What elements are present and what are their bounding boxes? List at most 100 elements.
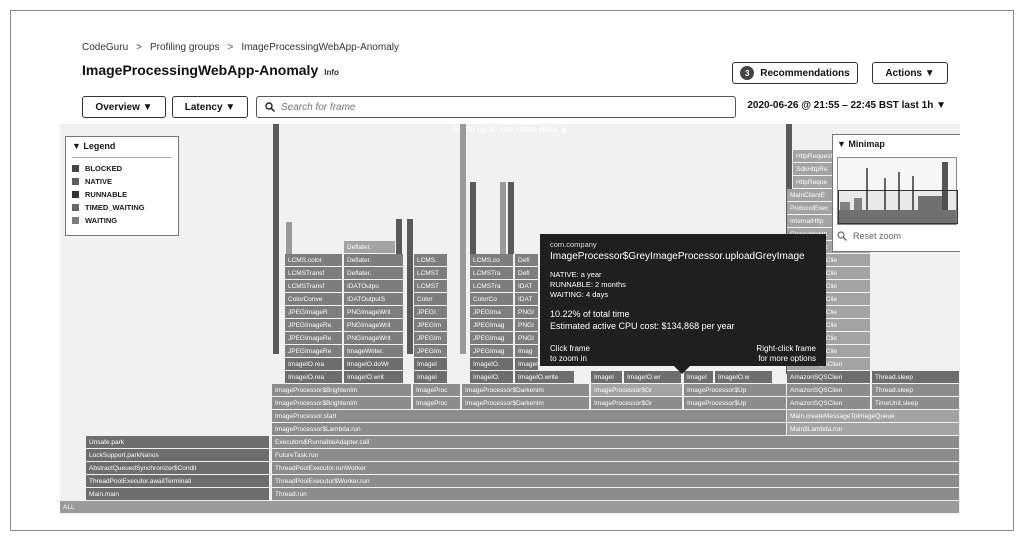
frame-all[interactable]: ALL bbox=[60, 501, 960, 514]
frame[interactable]: Color bbox=[414, 293, 448, 306]
frame[interactable]: JPEGImag bbox=[470, 345, 514, 358]
frame[interactable]: JPEGImag bbox=[470, 319, 514, 332]
frame[interactable]: LCMSTra bbox=[470, 267, 514, 280]
minimap-chart[interactable] bbox=[837, 157, 958, 225]
flame-column[interactable] bbox=[407, 219, 413, 354]
frame[interactable]: JPEGImageRe bbox=[285, 332, 343, 345]
flame-column[interactable] bbox=[273, 124, 279, 354]
frame[interactable]: ImageProc bbox=[413, 384, 461, 397]
frame[interactable]: LCMSTransf bbox=[285, 280, 343, 293]
frame[interactable]: JPEGIm bbox=[414, 345, 448, 358]
breadcrumb-codeguru[interactable]: CodeGuru bbox=[82, 42, 128, 53]
frame[interactable]: PNGI bbox=[515, 319, 539, 332]
search-input[interactable] bbox=[281, 101, 701, 113]
frame[interactable]: ImageI bbox=[515, 358, 539, 371]
actions-button[interactable]: Actions ▼ bbox=[872, 62, 948, 84]
frame[interactable]: Main.createMessageToImageQueue bbox=[787, 410, 960, 423]
frame[interactable]: PNGImageWrit bbox=[344, 319, 404, 332]
frame[interactable]: ImageI bbox=[591, 371, 623, 384]
frame[interactable]: ImageProcessor$Darkenim bbox=[462, 384, 590, 397]
frame[interactable]: PNGI bbox=[515, 306, 539, 319]
frame[interactable]: ImageProcessor$Lambda.run bbox=[272, 423, 787, 436]
frame[interactable]: ImageI bbox=[414, 371, 448, 384]
frame[interactable]: ImageProcessor$Up bbox=[684, 384, 787, 397]
frame[interactable]: ImageIO.writ bbox=[344, 371, 404, 384]
frame[interactable]: ThreadPoolExecutor.awaitTerminati bbox=[86, 475, 270, 488]
frame[interactable]: LCMSTransf bbox=[285, 267, 343, 280]
frame[interactable]: IDATOutputS bbox=[344, 293, 404, 306]
frame[interactable]: ImageProcessor$Darkenim bbox=[462, 397, 590, 410]
frame[interactable]: AmazonSQSClien bbox=[787, 397, 871, 410]
breadcrumb-profiling-groups[interactable]: Profiling groups bbox=[150, 42, 219, 53]
frame[interactable]: Imag bbox=[515, 345, 539, 358]
metric-select[interactable]: Latency ▼ bbox=[172, 96, 248, 118]
frame[interactable]: FutureTask.run bbox=[272, 449, 960, 462]
frame[interactable]: Thread.run bbox=[272, 488, 960, 501]
frame[interactable]: ThreadPoolExecutor.runWorker bbox=[272, 462, 960, 475]
legend-toggle[interactable]: ▼ Legend bbox=[72, 141, 172, 158]
frame[interactable]: ImageIO.write bbox=[515, 371, 575, 384]
frame[interactable]: ImageIO.w bbox=[715, 371, 773, 384]
frame[interactable]: Executors$RunnableAdapter.call bbox=[272, 436, 960, 449]
time-range-selector[interactable]: 2020-06-26 @ 21:55 – 22:45 BST last 1h ▼ bbox=[747, 100, 946, 111]
flame-graph[interactable]: Scroll up to see more data ▲ ALL Main.ma… bbox=[60, 124, 960, 514]
frame[interactable]: ImageProc bbox=[413, 397, 461, 410]
frame[interactable]: ImageProcessor.start bbox=[272, 410, 787, 423]
frame[interactable]: ImageProcessor$Up bbox=[684, 397, 787, 410]
frame[interactable]: Deflater. bbox=[344, 241, 396, 254]
frame[interactable]: Defl bbox=[515, 254, 539, 267]
frame[interactable]: TimeUnit.sleep bbox=[872, 397, 960, 410]
frame[interactable]: LCMS. bbox=[414, 254, 448, 267]
frame[interactable]: ImageIO.rea bbox=[285, 371, 343, 384]
reset-zoom-button[interactable]: Reset zoom bbox=[837, 231, 957, 241]
frame[interactable]: ImageIO.doWr bbox=[344, 358, 404, 371]
frame[interactable]: IDAT bbox=[515, 293, 539, 306]
frame[interactable]: LCMS.co bbox=[470, 254, 514, 267]
frame[interactable]: LCMST bbox=[414, 280, 448, 293]
frame[interactable]: ColorConve bbox=[285, 293, 343, 306]
frame[interactable]: ImageProcessor$BrightenIm bbox=[272, 397, 412, 410]
recommendations-button[interactable]: 3 Recommendations bbox=[732, 62, 858, 84]
frame[interactable]: JPEGImageRe bbox=[285, 345, 343, 358]
frame-search[interactable] bbox=[256, 96, 736, 118]
frame[interactable]: Unsafe.park bbox=[86, 436, 270, 449]
info-link[interactable]: Info bbox=[324, 68, 339, 77]
frame[interactable]: Main.main bbox=[86, 488, 270, 501]
frame[interactable]: Deflater. bbox=[344, 254, 404, 267]
frame[interactable]: ImageIO. bbox=[470, 371, 514, 384]
frame[interactable]: ImageI bbox=[414, 358, 448, 371]
frame[interactable]: JPEGImag bbox=[470, 332, 514, 345]
frame[interactable]: PNGI bbox=[515, 332, 539, 345]
frame[interactable]: Thread.sleep bbox=[872, 371, 960, 384]
frame[interactable]: ImageWriter. bbox=[344, 345, 404, 358]
frame[interactable]: JPEGImageR bbox=[285, 306, 343, 319]
frame[interactable]: LockSupport.parkNanos bbox=[86, 449, 270, 462]
frame[interactable]: ImageProcessor$BrightenIm bbox=[272, 384, 412, 397]
frame-selected[interactable]: ImageProcessor$Gr bbox=[591, 384, 683, 397]
frame[interactable]: Thread.sleep bbox=[872, 384, 960, 397]
frame[interactable]: ColorCo bbox=[470, 293, 514, 306]
frame[interactable]: Defl bbox=[515, 267, 539, 280]
frame[interactable]: ImageProcessor$Gr bbox=[591, 397, 683, 410]
frame[interactable]: LCMS.color bbox=[285, 254, 343, 267]
minimap-toggle[interactable]: ▼ Minimap bbox=[837, 139, 957, 149]
frame[interactable]: JPEGIm bbox=[414, 332, 448, 345]
frame[interactable]: JPEGI bbox=[414, 306, 448, 319]
frame[interactable]: ImageIO. bbox=[470, 358, 514, 371]
flame-column[interactable] bbox=[460, 124, 466, 354]
frame[interactable]: PNGImageWrit bbox=[344, 332, 404, 345]
frame[interactable]: Deflater. bbox=[344, 267, 404, 280]
frame[interactable]: IDAT bbox=[515, 280, 539, 293]
frame[interactable]: IDATOutpu bbox=[344, 280, 404, 293]
frame[interactable]: JPEGIm bbox=[414, 319, 448, 332]
frame[interactable]: Main$Lambda.run bbox=[787, 423, 960, 436]
frame[interactable]: LCMST bbox=[414, 267, 448, 280]
view-select[interactable]: Overview ▼ bbox=[82, 96, 166, 118]
frame[interactable]: JPEGIma bbox=[470, 306, 514, 319]
frame[interactable]: ThreadPoolExecutor$Worker.run bbox=[272, 475, 960, 488]
scroll-up-message[interactable]: Scroll up to see more data ▲ bbox=[452, 124, 568, 134]
frame[interactable]: LCMSTra bbox=[470, 280, 514, 293]
frame[interactable]: JPEGImageRe bbox=[285, 319, 343, 332]
frame[interactable]: PNGImageWrit bbox=[344, 306, 404, 319]
minimap-viewport[interactable] bbox=[838, 190, 958, 224]
